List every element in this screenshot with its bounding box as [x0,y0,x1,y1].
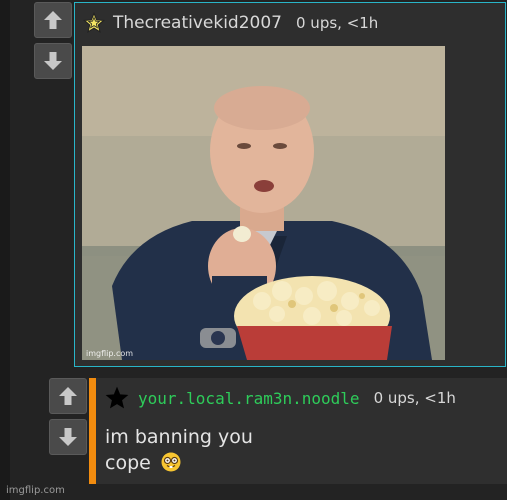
username-link[interactable]: Thecreativekid2007 [113,13,282,33]
image-watermark: imgflip.com [86,349,134,358]
arrow-up-icon [59,387,77,405]
upvote-button[interactable] [34,2,72,38]
reply-line-1: im banning you [105,426,253,448]
footer-watermark: imgflip.com [6,485,65,496]
comment-meta: 0 ups, <1h [373,389,456,407]
downvote-button[interactable] [49,419,87,455]
reply-line-2-text: cope [105,452,151,474]
reply-line-2: cope [105,450,253,476]
left-gutter [0,0,10,500]
star-outline-icon [83,12,105,33]
downvote-button[interactable] [34,43,72,79]
arrow-down-icon [44,52,62,70]
upvote-button[interactable] [49,378,87,414]
arrow-up-icon [44,11,62,29]
star-filled-icon [105,386,129,409]
reply-text: im banning you cope [105,424,253,476]
photo-illustration [82,46,445,360]
comment-meta: 0 ups, <1h [296,14,379,32]
arrow-down-icon [59,428,77,446]
reply-header: your.local.ram3n.noodle 0 ups, <1h [104,384,456,412]
reply-card: your.local.ram3n.noodle 0 ups, <1h im ba… [89,378,507,484]
username-link[interactable]: your.local.ram3n.noodle [138,389,360,408]
comment-header: Thecreativekid2007 0 ups, <1h [83,9,378,37]
nerd-face-icon [161,452,181,472]
comment-image[interactable]: imgflip.com [82,46,445,360]
